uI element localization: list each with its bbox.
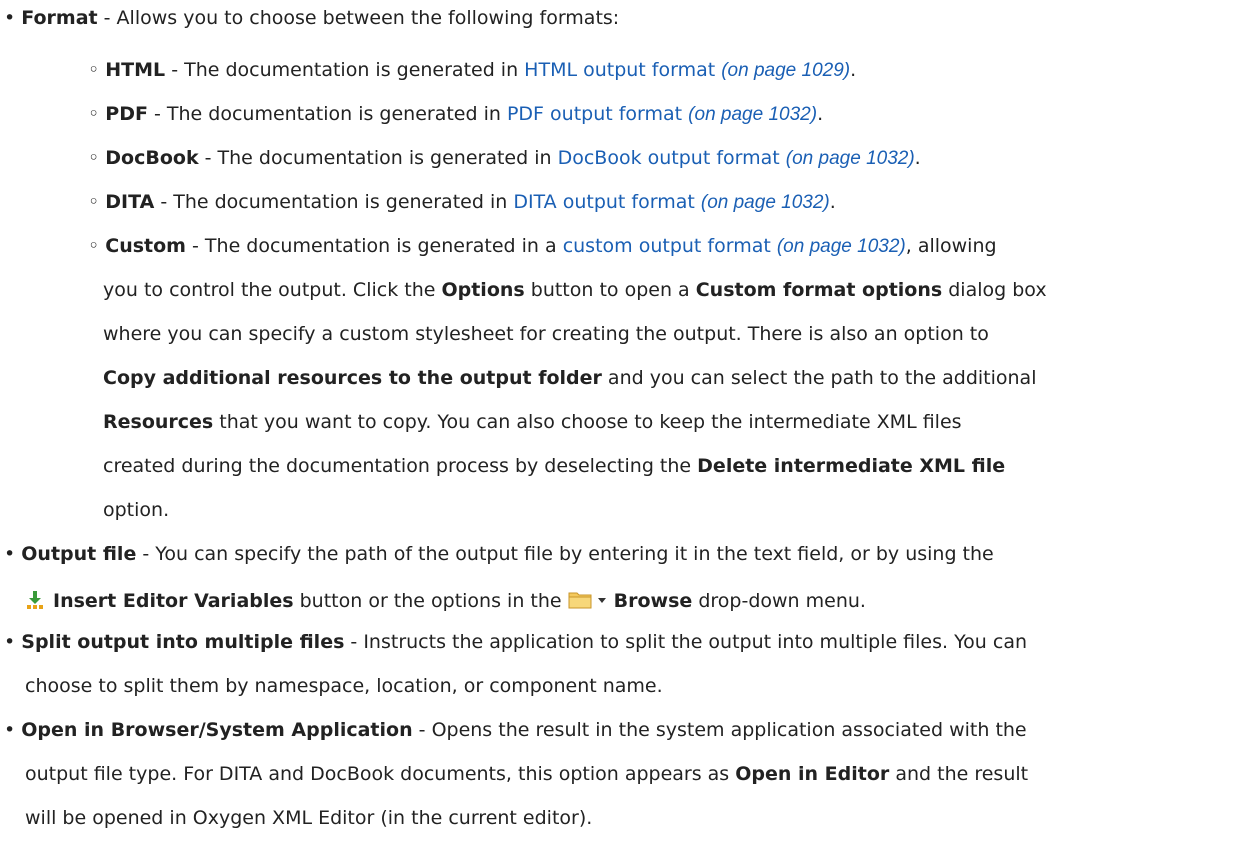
page-ref: (on page 1032) xyxy=(785,148,915,169)
custom-desc-line: created during the documentation process… xyxy=(103,455,1006,477)
split-output-line: choose to split them by namespace, locat… xyxy=(25,675,663,697)
open-in-editor-ref: Open in Editor xyxy=(735,763,890,785)
output-file-line: Insert Editor Variables button or the op… xyxy=(25,586,866,612)
custom-desc-line: where you can specify a custom styleshee… xyxy=(103,323,989,345)
open-in-browser-label: Open in Browser/System Application xyxy=(21,719,413,741)
delete-intermediate-ref: Delete intermediate XML file xyxy=(697,455,1006,477)
custom-desc-line: Copy additional resources to the output … xyxy=(103,367,1037,389)
page-ref: (on page 1032) xyxy=(776,236,906,257)
browse-ref: Browse xyxy=(613,590,693,612)
custom-desc-line: you to control the output. Click the Opt… xyxy=(103,279,1047,301)
custom-desc-line: Resources that you want to copy. You can… xyxy=(103,411,962,433)
caret-down-icon xyxy=(597,586,606,610)
format-option-custom: ◦ Custom - The documentation is generate… xyxy=(88,235,997,257)
document: • Format - Allows you to choose between … xyxy=(0,0,1252,859)
html-output-format-link[interactable]: HTML output format xyxy=(524,59,715,81)
format-option-docbook: ◦ DocBook - The documentation is generat… xyxy=(88,147,921,169)
split-output-item: • Split output into multiple files - Ins… xyxy=(4,631,1028,653)
format-option-dita: ◦ DITA - The documentation is generated … xyxy=(88,191,836,213)
open-in-browser-line: will be opened in Oxygen XML Editor (in … xyxy=(25,807,593,829)
page-ref: (on page 1029) xyxy=(721,60,851,81)
resources-ref: Resources xyxy=(103,411,214,433)
insert-editor-variables-ref: Insert Editor Variables xyxy=(53,590,294,612)
page-ref: (on page 1032) xyxy=(700,192,830,213)
format-desc: Allows you to choose between the followi… xyxy=(116,7,620,29)
custom-output-format-link[interactable]: custom output format xyxy=(563,235,771,257)
options-button-ref: Options xyxy=(441,279,525,301)
dita-output-format-link[interactable]: DITA output format xyxy=(513,191,695,213)
custom-format-options-ref: Custom format options xyxy=(695,279,943,301)
format-label: Format xyxy=(21,7,98,29)
open-in-browser-line: output file type. For DITA and DocBook d… xyxy=(25,763,1029,785)
pdf-output-format-link[interactable]: PDF output format xyxy=(507,103,682,125)
page-ref: (on page 1032) xyxy=(688,104,818,125)
split-output-label: Split output into multiple files xyxy=(21,631,345,653)
output-file-item: • Output file - You can specify the path… xyxy=(4,543,994,565)
format-item: • Format - Allows you to choose between … xyxy=(4,7,620,29)
output-file-label: Output file xyxy=(21,543,137,565)
open-in-browser-item: • Open in Browser/System Application - O… xyxy=(4,719,1027,741)
folder-icon xyxy=(568,590,592,616)
docbook-output-format-link[interactable]: DocBook output format xyxy=(558,147,780,169)
insert-editor-variables-icon xyxy=(25,590,45,616)
custom-desc-line: option. xyxy=(103,499,170,521)
copy-resources-ref: Copy additional resources to the output … xyxy=(103,367,602,389)
format-option-html: ◦ HTML - The documentation is generated … xyxy=(88,59,857,81)
format-option-pdf: ◦ PDF - The documentation is generated i… xyxy=(88,103,824,125)
